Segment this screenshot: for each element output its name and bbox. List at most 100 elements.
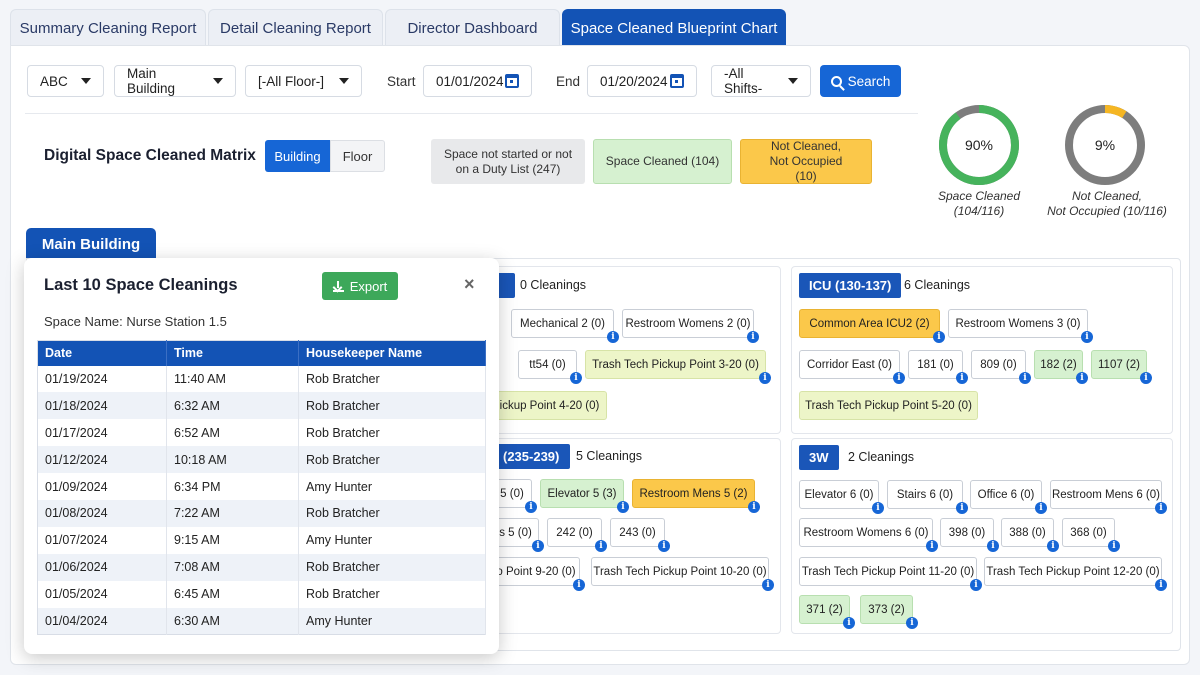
search-button[interactable]: Search <box>820 65 901 97</box>
info-icon[interactable]: i <box>933 331 945 343</box>
space-chip[interactable]: 181 (0) i <box>908 350 968 384</box>
space-chip[interactable]: Corridor East (0) i <box>799 350 905 384</box>
chevron-down-icon <box>339 78 349 84</box>
space-chip[interactable]: o Point 9-20 (0) i <box>492 557 585 591</box>
tab-summary-cleaning-report[interactable]: Summary Cleaning Report <box>10 9 206 46</box>
space-chip[interactable]: tt54 (0) i <box>518 350 582 384</box>
info-icon[interactable]: i <box>617 501 629 513</box>
org-select[interactable]: ABC <box>27 65 104 97</box>
space-chip[interactable]: 368 (0) i <box>1062 518 1120 552</box>
space-chip-label: 182 (2) <box>1040 358 1077 371</box>
table-row[interactable]: 01/06/2024 7:08 AM Rob Bratcher <box>37 553 486 581</box>
space-chip[interactable]: 243 (0) i <box>610 518 670 552</box>
space-chip[interactable]: 1107 (2) i <box>1091 350 1152 384</box>
floor-select[interactable]: [-All Floor-] <box>245 65 362 97</box>
calendar-icon[interactable] <box>670 74 684 88</box>
tab-detail-cleaning-report[interactable]: Detail Cleaning Report <box>208 9 383 46</box>
building-toggle[interactable]: Building <box>265 140 330 172</box>
table-row[interactable]: 01/05/2024 6:45 AM Rob Bratcher <box>37 580 486 608</box>
export-button-label: Export <box>349 278 388 294</box>
space-chip[interactable]: Restroom Womens 3 (0) i <box>948 309 1093 343</box>
column-header-time[interactable]: Time <box>166 340 299 366</box>
building-select[interactable]: Main Building <box>114 65 236 97</box>
info-icon[interactable]: i <box>1081 331 1093 343</box>
info-icon[interactable]: i <box>607 331 619 343</box>
info-icon[interactable]: i <box>926 540 938 552</box>
info-icon[interactable]: i <box>893 372 905 384</box>
space-chip[interactable]: Trash Tech Pickup Point 5-20 (0) <box>799 391 978 420</box>
space-chip[interactable]: ickup Point 4-20 (0) <box>492 391 607 420</box>
info-icon[interactable]: i <box>1035 502 1047 514</box>
info-icon[interactable]: i <box>1140 372 1152 384</box>
info-icon[interactable]: i <box>956 502 968 514</box>
space-chip[interactable]: Restroom Mens 5 (2) i <box>632 479 760 513</box>
shift-select[interactable]: -All Shifts- <box>711 65 811 97</box>
info-icon[interactable]: i <box>595 540 607 552</box>
space-chip[interactable]: Trash Tech Pickup Point 10-20 (0) i <box>591 557 774 591</box>
space-chip[interactable]: Mechanical 2 (0) i <box>511 309 619 343</box>
info-icon[interactable]: i <box>759 372 771 384</box>
calendar-icon[interactable] <box>505 74 519 88</box>
close-icon[interactable]: × <box>464 274 475 295</box>
space-chip[interactable]: Common Area ICU2 (2) i <box>799 309 945 343</box>
space-chip[interactable]: Stairs 6 (0) i <box>887 480 968 514</box>
space-chip[interactable]: 809 (0) i <box>971 350 1031 384</box>
info-icon[interactable]: i <box>872 502 884 514</box>
table-row[interactable]: 01/08/2024 7:22 AM Rob Bratcher <box>37 499 486 527</box>
export-button[interactable]: Export <box>322 272 398 300</box>
column-header-housekeeper[interactable]: Housekeeper Name <box>298 340 486 366</box>
space-chip[interactable]: 242 (0) i <box>547 518 607 552</box>
space-chip[interactable]: s 5 (0) i <box>492 518 544 552</box>
table-row[interactable]: 01/18/2024 6:32 AM Rob Bratcher <box>37 392 486 420</box>
info-icon[interactable]: i <box>906 617 918 629</box>
info-icon[interactable]: i <box>1155 579 1167 591</box>
column-header-date[interactable]: Date <box>37 340 167 366</box>
table-row[interactable]: 01/07/2024 9:15 AM Amy Hunter <box>37 526 486 554</box>
space-chip[interactable]: 373 (2) i <box>860 595 918 629</box>
info-icon[interactable]: i <box>525 501 537 513</box>
space-cleaned-pct: 90% <box>965 137 993 153</box>
info-icon[interactable]: i <box>747 331 759 343</box>
end-date-input[interactable]: 01/20/2024 <box>587 65 697 97</box>
info-icon[interactable]: i <box>956 372 968 384</box>
info-icon[interactable]: i <box>748 501 760 513</box>
info-icon[interactable]: i <box>843 617 855 629</box>
info-icon[interactable]: i <box>1047 540 1059 552</box>
space-chip[interactable]: 388 (0) i <box>1001 518 1059 552</box>
info-icon[interactable]: i <box>1108 540 1120 552</box>
space-chip[interactable]: Elevator 5 (3) i <box>540 479 629 513</box>
floor-toggle[interactable]: Floor <box>330 140 385 172</box>
info-icon[interactable]: i <box>987 540 999 552</box>
start-date-input[interactable]: 01/01/2024 <box>423 65 532 97</box>
info-icon[interactable]: i <box>573 579 585 591</box>
info-icon[interactable]: i <box>1076 372 1088 384</box>
chevron-down-icon <box>213 78 223 84</box>
table-row[interactable]: 01/04/2024 6:30 AM Amy Hunter <box>37 607 486 635</box>
info-icon[interactable]: i <box>762 579 774 591</box>
info-icon[interactable]: i <box>532 540 544 552</box>
tab-space-cleaned-blueprint-chart[interactable]: Space Cleaned Blueprint Chart <box>562 9 786 46</box>
space-chip[interactable]: 371 (2) i <box>799 595 855 629</box>
space-chip[interactable]: Restroom Womens 2 (0) i <box>622 309 759 343</box>
space-chip[interactable]: Trash Tech Pickup Point 3-20 (0) i <box>585 350 771 384</box>
space-chip[interactable]: Restroom Womens 6 (0) i <box>799 518 938 552</box>
info-icon[interactable]: i <box>1019 372 1031 384</box>
tab-director-dashboard[interactable]: Director Dashboard <box>385 9 560 46</box>
table-row[interactable]: 01/19/2024 11:40 AM Rob Bratcher <box>37 365 486 393</box>
info-icon[interactable]: i <box>658 540 670 552</box>
space-chip[interactable]: 182 (2) i <box>1034 350 1088 384</box>
legend-not-cleaned-text: Not Cleaned, Not Occupied (10) <box>769 139 843 183</box>
table-row[interactable]: 01/09/2024 6:34 PM Amy Hunter <box>37 473 486 500</box>
space-chip[interactable]: Restroom Mens 6 (0) i <box>1050 480 1167 514</box>
info-icon[interactable]: i <box>970 579 982 591</box>
building-tab-main[interactable]: Main Building <box>26 228 156 260</box>
space-chip[interactable]: 398 (0) i <box>940 518 999 552</box>
space-chip[interactable]: Trash Tech Pickup Point 11-20 (0) i <box>799 557 982 591</box>
space-chip[interactable]: Office 6 (0) i <box>970 480 1047 514</box>
table-row[interactable]: 01/17/2024 6:52 AM Rob Bratcher <box>37 419 486 447</box>
space-chip[interactable]: Elevator 6 (0) i <box>799 480 884 514</box>
table-row[interactable]: 01/12/2024 10:18 AM Rob Bratcher <box>37 446 486 474</box>
info-icon[interactable]: i <box>570 372 582 384</box>
space-chip[interactable]: Trash Tech Pickup Point 12-20 (0) i <box>984 557 1167 591</box>
info-icon[interactable]: i <box>1155 502 1167 514</box>
